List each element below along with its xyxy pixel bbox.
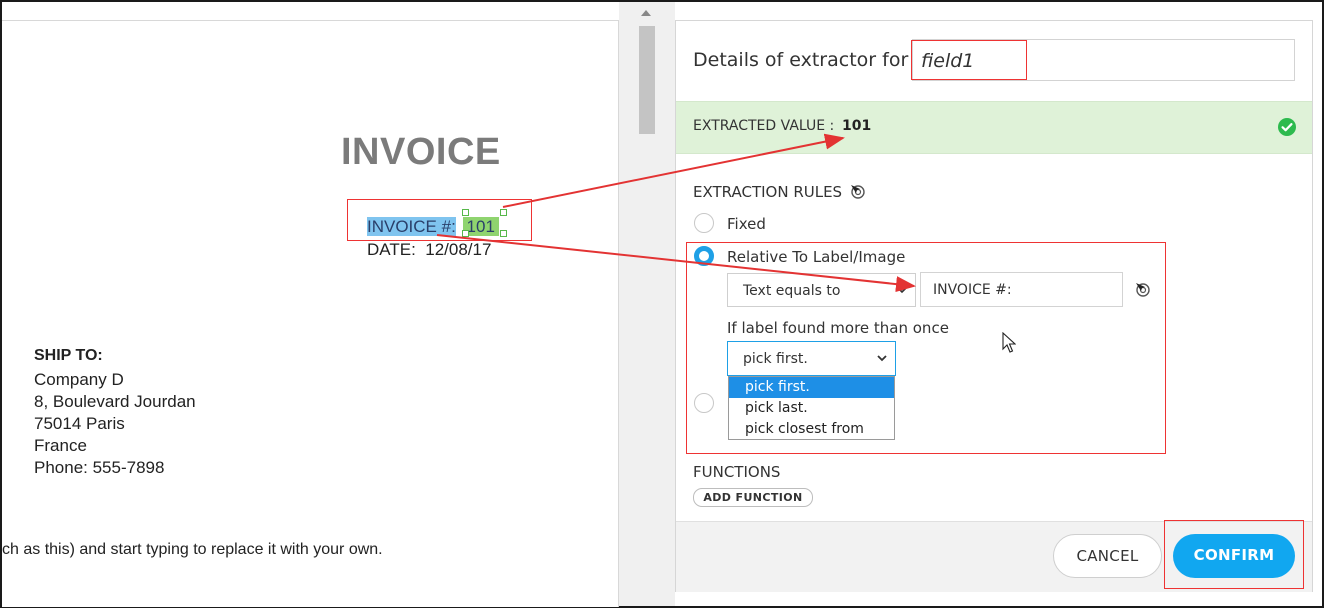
annotation-arrow-to-label <box>436 234 916 293</box>
annotation-arrow-to-value <box>502 133 845 208</box>
annotation-arrows <box>436 133 916 293</box>
mouse-cursor-icon <box>1002 332 1016 353</box>
